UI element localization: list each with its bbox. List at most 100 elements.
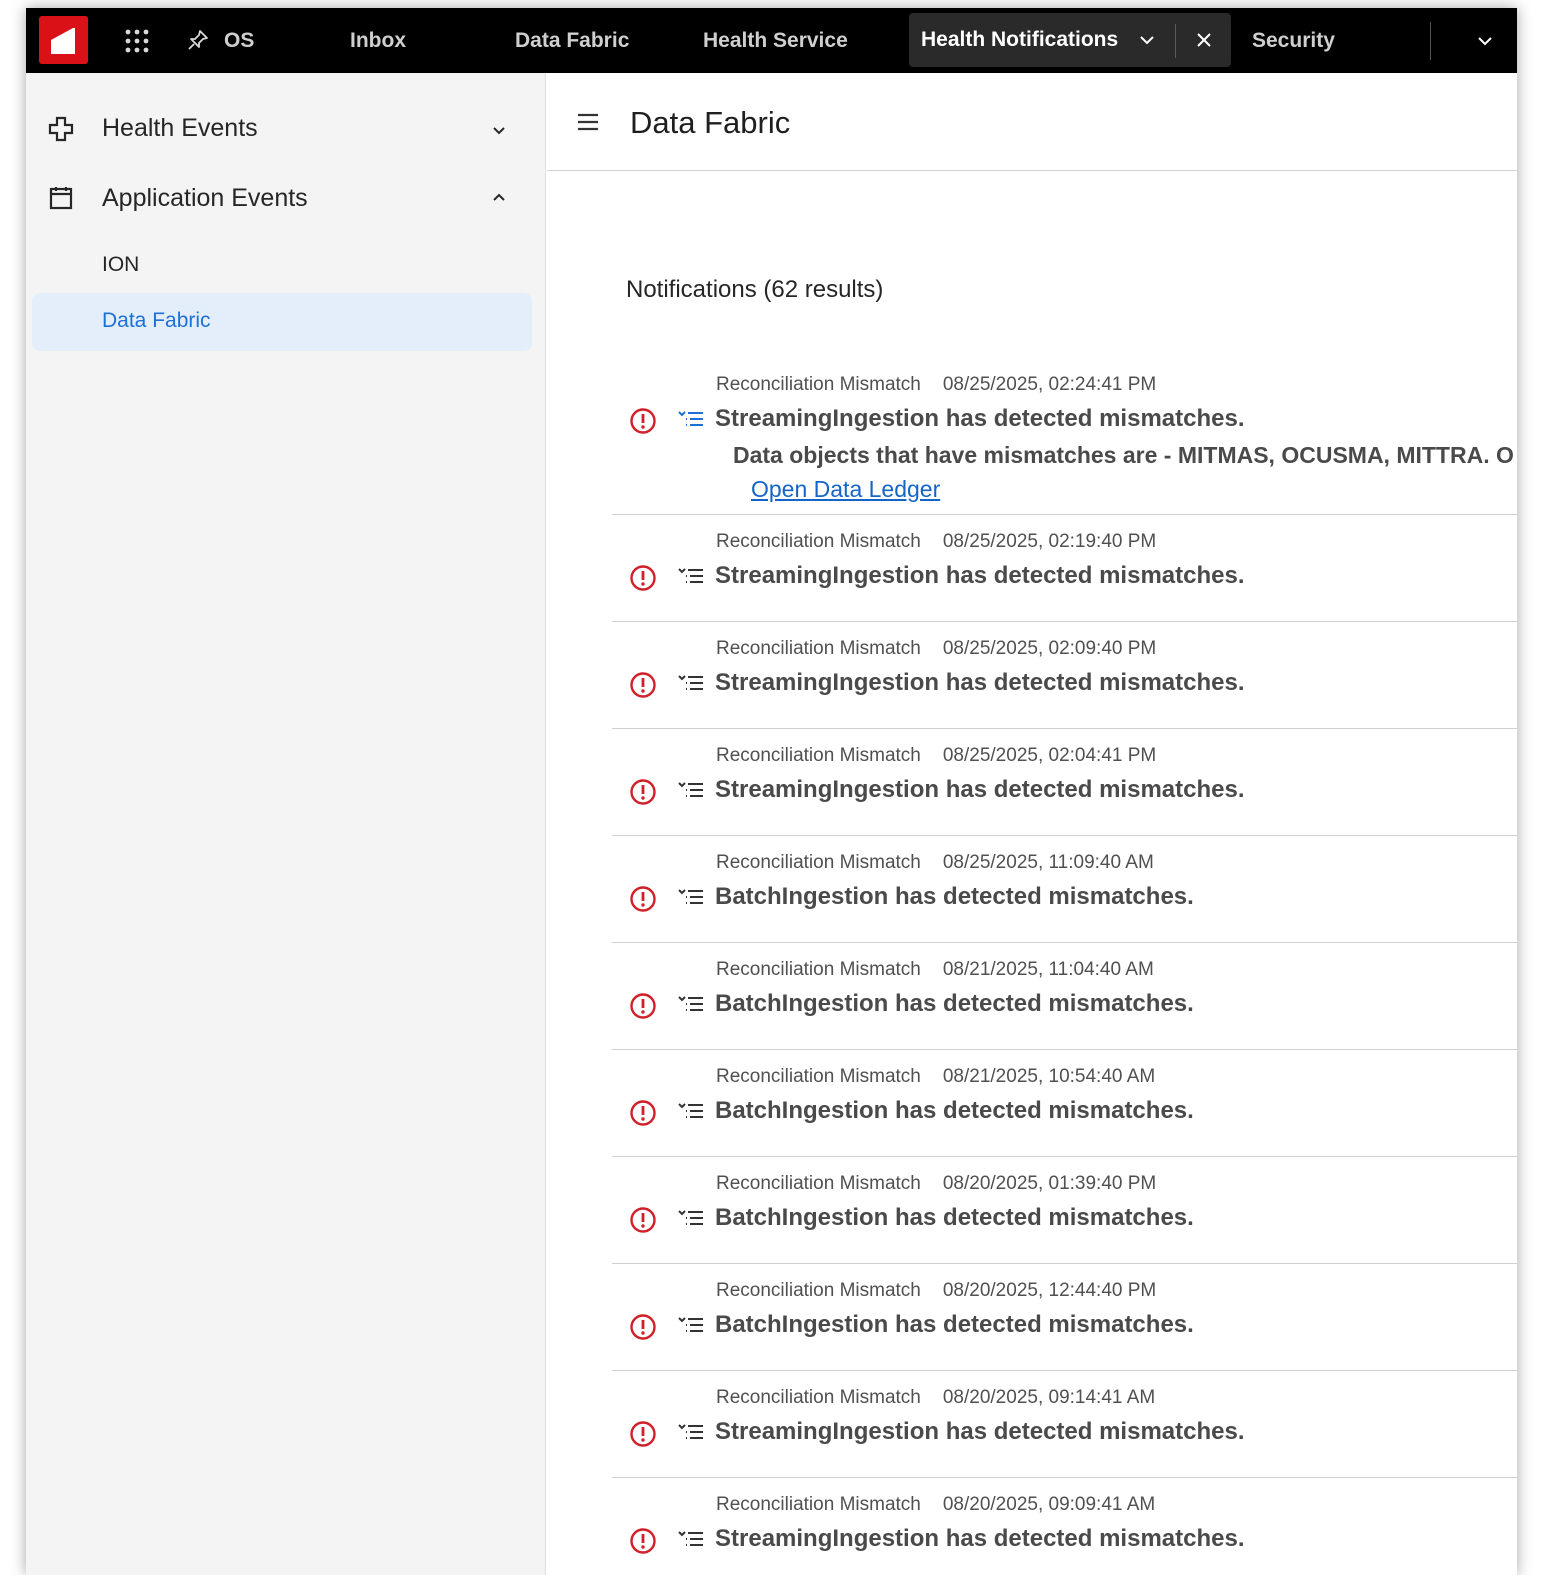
sidebar-group-application-events[interactable]: Application Events	[26, 168, 546, 228]
alert-icon	[630, 1100, 656, 1126]
notification-message[interactable]: StreamingIngestion has detected mismatch…	[715, 1418, 1245, 1446]
notification-item[interactable]: Reconciliation Mismatch 08/20/2025, 12:44…	[612, 1264, 1517, 1371]
close-icon[interactable]	[1192, 28, 1216, 52]
notification-timestamp: 08/20/2025, 12:44:40 PM	[942, 1280, 1157, 1301]
hierarchy-list-icon[interactable]	[677, 1529, 705, 1551]
hierarchy-list-icon[interactable]	[677, 409, 705, 431]
sidebar-item-data-fabric[interactable]: Data Fabric	[32, 293, 532, 351]
tab-divider	[1175, 24, 1176, 58]
hierarchy-list-icon[interactable]	[677, 566, 705, 588]
notification-meta: Reconciliation Mismatch 08/21/2025, 10:54…	[716, 1066, 1155, 1088]
notification-meta: Reconciliation Mismatch 08/20/2025, 12:44…	[716, 1280, 1156, 1302]
notification-message[interactable]: BatchIngestion has detected mismatches.	[715, 1311, 1194, 1339]
chevron-down-icon[interactable]	[1137, 30, 1157, 50]
tab-data-fabric[interactable]: Data Fabric	[515, 8, 629, 73]
hierarchy-list-icon[interactable]	[677, 780, 705, 802]
app-window: OS Inbox Data Fabric Health Service Heal…	[26, 8, 1517, 1575]
notification-timestamp: 08/20/2025, 09:09:41 AM	[942, 1494, 1156, 1515]
menu-icon[interactable]	[577, 111, 599, 133]
notification-item[interactable]: Reconciliation Mismatch 08/21/2025, 11:04…	[612, 943, 1517, 1050]
tab-security[interactable]: Security	[1252, 8, 1335, 73]
notification-type: Reconciliation Mismatch	[716, 1494, 921, 1515]
notification-message[interactable]: BatchIngestion has detected mismatches.	[715, 990, 1194, 1018]
notification-message[interactable]: StreamingIngestion has detected mismatch…	[715, 1525, 1245, 1553]
notification-type: Reconciliation Mismatch	[716, 1173, 921, 1194]
notification-meta: Reconciliation Mismatch 08/20/2025, 09:14…	[716, 1387, 1155, 1409]
notification-timestamp: 08/21/2025, 11:04:40 AM	[942, 959, 1154, 980]
tab-inbox[interactable]: Inbox	[350, 8, 406, 73]
calendar-icon	[49, 187, 73, 210]
sidebar-group-label: Health Events	[102, 114, 258, 142]
notification-timestamp: 08/25/2025, 02:24:41 PM	[942, 374, 1157, 395]
alert-icon	[630, 779, 656, 805]
notification-type: Reconciliation Mismatch	[716, 852, 921, 873]
notification-timestamp: 08/20/2025, 01:39:40 PM	[942, 1173, 1157, 1194]
notification-meta: Reconciliation Mismatch 08/25/2025, 02:04…	[716, 745, 1156, 767]
notification-item[interactable]: Reconciliation Mismatch 08/25/2025, 02:24…	[612, 358, 1517, 515]
notification-message[interactable]: StreamingIngestion has detected mismatch…	[715, 669, 1245, 697]
notification-item[interactable]: Reconciliation Mismatch 08/25/2025, 02:19…	[612, 515, 1517, 622]
hierarchy-list-icon[interactable]	[677, 1422, 705, 1444]
notification-timestamp: 08/20/2025, 09:14:41 AM	[942, 1387, 1156, 1408]
results-heading: Notifications (62 results)	[626, 276, 884, 303]
app-logo[interactable]	[39, 16, 88, 64]
notification-item[interactable]: Reconciliation Mismatch 08/20/2025, 09:09…	[612, 1478, 1517, 1575]
notification-message[interactable]: StreamingIngestion has detected mismatch…	[715, 405, 1245, 433]
notification-meta: Reconciliation Mismatch 08/20/2025, 09:09…	[716, 1494, 1155, 1516]
notification-timestamp: 08/25/2025, 02:04:41 PM	[942, 745, 1157, 766]
chevron-down-icon[interactable]	[489, 120, 509, 140]
sidebar-group-label: Application Events	[102, 184, 308, 212]
alert-icon	[630, 886, 656, 912]
page-header: Data Fabric	[547, 73, 1517, 171]
notification-item[interactable]: Reconciliation Mismatch 08/20/2025, 09:14…	[612, 1371, 1517, 1478]
notification-timestamp: 08/25/2025, 11:09:40 AM	[942, 852, 1154, 873]
notification-type: Reconciliation Mismatch	[716, 531, 921, 552]
topbar-divider	[1430, 22, 1431, 60]
notification-item[interactable]: Reconciliation Mismatch 08/21/2025, 10:54…	[612, 1050, 1517, 1157]
notification-message[interactable]: BatchIngestion has detected mismatches.	[715, 1204, 1194, 1232]
health-cross-icon	[48, 116, 74, 142]
hierarchy-list-icon[interactable]	[677, 673, 705, 695]
alert-icon	[630, 565, 656, 591]
notification-message[interactable]: StreamingIngestion has detected mismatch…	[715, 776, 1245, 804]
notification-item[interactable]: Reconciliation Mismatch 08/25/2025, 02:04…	[612, 729, 1517, 836]
notification-timestamp: 08/25/2025, 02:19:40 PM	[942, 531, 1157, 552]
notification-type: Reconciliation Mismatch	[716, 1387, 921, 1408]
sidebar-group-health-events[interactable]: Health Events	[26, 98, 546, 158]
open-data-ledger-link[interactable]: Open Data Ledger	[751, 476, 940, 503]
alert-icon	[630, 1314, 656, 1340]
notification-item[interactable]: Reconciliation Mismatch 08/25/2025, 02:09…	[612, 622, 1517, 729]
notification-type: Reconciliation Mismatch	[716, 745, 921, 766]
hierarchy-list-icon[interactable]	[677, 1315, 705, 1337]
hierarchy-list-icon[interactable]	[677, 1208, 705, 1230]
notification-message[interactable]: StreamingIngestion has detected mismatch…	[715, 562, 1245, 590]
sidebar-item-label: Data Fabric	[102, 309, 211, 332]
sidebar-item-label: ION	[102, 253, 140, 276]
chevron-up-icon[interactable]	[489, 188, 509, 208]
hierarchy-list-icon[interactable]	[677, 1101, 705, 1123]
page-title: Data Fabric	[630, 105, 791, 140]
pin-icon[interactable]	[186, 28, 210, 52]
alert-icon	[630, 408, 656, 434]
apps-grid-icon[interactable]	[124, 28, 150, 54]
notification-item[interactable]: Reconciliation Mismatch 08/25/2025, 11:09…	[612, 836, 1517, 943]
notification-message[interactable]: BatchIngestion has detected mismatches.	[715, 883, 1194, 911]
notification-meta: Reconciliation Mismatch 08/20/2025, 01:39…	[716, 1173, 1156, 1195]
tab-health-notifications-label: Health Notifications	[921, 28, 1119, 51]
sidebar-item-ion[interactable]: ION	[26, 233, 546, 293]
tab-health-notifications[interactable]: Health Notifications	[909, 13, 1231, 67]
hierarchy-list-icon[interactable]	[677, 994, 705, 1016]
tab-os[interactable]: OS	[224, 8, 254, 73]
notification-meta: Reconciliation Mismatch 08/21/2025, 11:04…	[716, 959, 1154, 981]
tab-health-service[interactable]: Health Service	[703, 8, 848, 73]
notification-type: Reconciliation Mismatch	[716, 638, 921, 659]
top-nav-bar: OS Inbox Data Fabric Health Service Heal…	[26, 8, 1517, 73]
notification-item[interactable]: Reconciliation Mismatch 08/20/2025, 01:39…	[612, 1157, 1517, 1264]
notification-meta: Reconciliation Mismatch 08/25/2025, 02:09…	[716, 638, 1156, 660]
notification-type: Reconciliation Mismatch	[716, 1280, 921, 1301]
notification-type: Reconciliation Mismatch	[716, 1066, 921, 1087]
notification-meta: Reconciliation Mismatch 08/25/2025, 02:19…	[716, 531, 1156, 553]
notification-message[interactable]: BatchIngestion has detected mismatches.	[715, 1097, 1194, 1125]
hierarchy-list-icon[interactable]	[677, 887, 705, 909]
chevron-down-icon[interactable]	[1474, 30, 1496, 52]
